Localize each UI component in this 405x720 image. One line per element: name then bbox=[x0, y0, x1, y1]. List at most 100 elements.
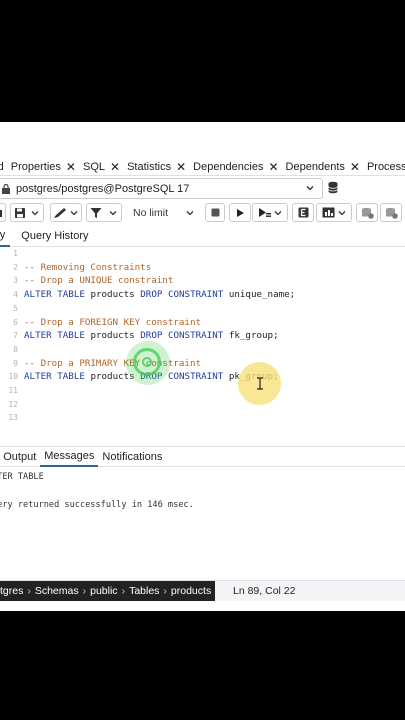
chevron-down-icon bbox=[186, 210, 194, 215]
play-list-icon bbox=[258, 208, 271, 217]
pgadmin-query-tool: rd Properties ✕ SQL ✕ Statistics ✕ Depen… bbox=[0, 122, 405, 611]
output-panel: ta Output Messages Notifications LTER TA… bbox=[0, 446, 405, 587]
line-number: 12 bbox=[8, 399, 18, 409]
code-line: -- Drop a PRIMARY KEY constraint bbox=[24, 357, 202, 369]
tab-query-history[interactable]: Query History bbox=[16, 227, 93, 246]
filter-icon bbox=[90, 207, 102, 218]
tab-label: Notifications bbox=[102, 450, 163, 463]
breadcrumb-item: public bbox=[90, 585, 118, 597]
chevron-down-icon bbox=[109, 210, 117, 215]
breadcrumb-separator: › bbox=[121, 585, 126, 597]
chevron-down-icon bbox=[338, 210, 345, 215]
chevron-down-icon bbox=[31, 210, 39, 215]
execute-options-button[interactable] bbox=[252, 203, 288, 222]
play-icon bbox=[237, 208, 244, 217]
click-indicator-dot bbox=[142, 357, 152, 367]
tab-label: ery bbox=[0, 229, 6, 241]
line-number: 7 bbox=[13, 331, 18, 341]
line-number: 8 bbox=[13, 344, 18, 354]
save-button[interactable] bbox=[10, 203, 44, 222]
tab-data-output[interactable]: ta Output bbox=[0, 448, 40, 466]
query-toolbar: No limit bbox=[0, 202, 405, 224]
row-limit-value: No limit bbox=[133, 206, 169, 219]
stop-button[interactable] bbox=[205, 203, 225, 222]
edit-button[interactable] bbox=[50, 203, 82, 222]
tab-label: ta Output bbox=[0, 450, 37, 463]
object-tab-bar: rd Properties ✕ SQL ✕ Statistics ✕ Depen… bbox=[0, 158, 405, 176]
explain-analyze-button[interactable] bbox=[316, 203, 352, 222]
sql-editor[interactable]: 1 2 3 4 5 6 7 8 9 10 11 12 13 -- Removing Constraint… bbox=[0, 247, 405, 442]
chevron-down-icon bbox=[70, 210, 78, 215]
close-icon[interactable]: ✕ bbox=[66, 160, 76, 174]
database-rollback-icon bbox=[385, 207, 398, 219]
connection-select[interactable]: postgres/postgres@PostgreSQL 17 bbox=[0, 178, 323, 199]
tab-sql[interactable]: SQL ✕ bbox=[78, 158, 122, 175]
line-number: 1 bbox=[13, 249, 18, 258]
pencil-icon bbox=[54, 207, 66, 218]
tab-label: SQL bbox=[82, 160, 105, 173]
line-number: 6 bbox=[13, 317, 18, 327]
breadcrumb-separator: › bbox=[27, 585, 31, 597]
code-line: ALTER TABLE products DROP CONSTRAINT uni… bbox=[24, 289, 296, 301]
explain-button[interactable] bbox=[292, 203, 314, 222]
tab-statistics[interactable]: Statistics ✕ bbox=[122, 158, 188, 175]
tab-label: Messages bbox=[44, 449, 95, 462]
save-icon bbox=[15, 207, 25, 218]
breadcrumb-separator: › bbox=[163, 585, 167, 597]
tab-query[interactable]: ery bbox=[0, 226, 11, 247]
breadcrumb-item: Tables bbox=[129, 585, 160, 597]
connection-label: postgres/postgres@PostgreSQL 17 bbox=[16, 182, 190, 195]
tab-label: Dependents bbox=[285, 160, 345, 173]
line-number: 11 bbox=[8, 386, 18, 395]
tab-properties[interactable]: Properties ✕ bbox=[6, 158, 78, 175]
lock-icon bbox=[2, 183, 10, 194]
breadcrumb-item: tgres bbox=[0, 585, 24, 597]
tab-label: Properties bbox=[10, 160, 61, 173]
chevron-down-icon bbox=[306, 186, 314, 191]
code-line: -- Drop a UNIQUE constraint bbox=[24, 275, 174, 287]
breadcrumb-item: Schemas bbox=[34, 585, 79, 597]
cursor-position: Ln 89, Col 22 bbox=[233, 585, 296, 597]
tab-dependencies[interactable]: Dependencies ✕ bbox=[188, 158, 280, 175]
code-line: -- Drop a FOREIGN KEY constraint bbox=[24, 316, 202, 328]
tab-label: Statistics bbox=[127, 160, 172, 173]
explain-icon bbox=[298, 207, 308, 218]
tab-label: Processes bbox=[366, 160, 405, 173]
chart-icon bbox=[322, 207, 334, 218]
close-icon[interactable]: ✕ bbox=[176, 160, 186, 174]
line-number: 13 bbox=[8, 413, 18, 423]
filter-button[interactable] bbox=[86, 203, 122, 222]
execute-button[interactable] bbox=[229, 203, 251, 222]
tab-processes[interactable]: Processes bbox=[362, 158, 405, 175]
breadcrumb: tgres › Schemas › public › Tables › prod… bbox=[0, 581, 216, 601]
tab-label: Query History bbox=[21, 230, 89, 242]
commit-button[interactable] bbox=[356, 203, 378, 222]
tab-dependents[interactable]: Dependents ✕ bbox=[281, 158, 362, 175]
tab-notifications[interactable]: Notifications bbox=[98, 448, 166, 466]
folder-icon bbox=[0, 209, 2, 217]
connection-bar: postgres/postgres@PostgreSQL 17 bbox=[0, 178, 405, 199]
line-number: 3 bbox=[13, 276, 18, 286]
open-file-button[interactable] bbox=[0, 203, 6, 222]
line-number: 4 bbox=[13, 290, 18, 300]
close-icon[interactable]: ✕ bbox=[110, 160, 120, 174]
row-limit-select[interactable]: No limit bbox=[126, 203, 199, 222]
line-number-gutter: 1 2 3 4 5 6 7 8 9 10 11 12 13 bbox=[0, 247, 18, 442]
output-tabs: ta Output Messages Notifications bbox=[0, 447, 405, 467]
line-number: 5 bbox=[13, 303, 18, 313]
code-line: -- Removing Constraints bbox=[24, 261, 152, 273]
line-number: 2 bbox=[13, 262, 18, 272]
database-check-icon bbox=[361, 207, 374, 219]
close-icon[interactable]: ✕ bbox=[268, 160, 278, 174]
chevron-down-icon bbox=[274, 210, 281, 215]
editor-subtabs: ery Query History bbox=[0, 226, 405, 247]
rollback-button[interactable] bbox=[380, 203, 402, 222]
tab-label: Dependencies bbox=[193, 160, 264, 173]
line-number: 10 bbox=[8, 372, 18, 382]
database-icon[interactable] bbox=[326, 180, 342, 196]
breadcrumb-item: products bbox=[170, 585, 212, 597]
text-cursor-icon bbox=[257, 377, 263, 390]
breadcrumb-separator: › bbox=[82, 585, 87, 597]
close-icon[interactable]: ✕ bbox=[350, 160, 360, 174]
tab-messages[interactable]: Messages bbox=[40, 447, 99, 467]
